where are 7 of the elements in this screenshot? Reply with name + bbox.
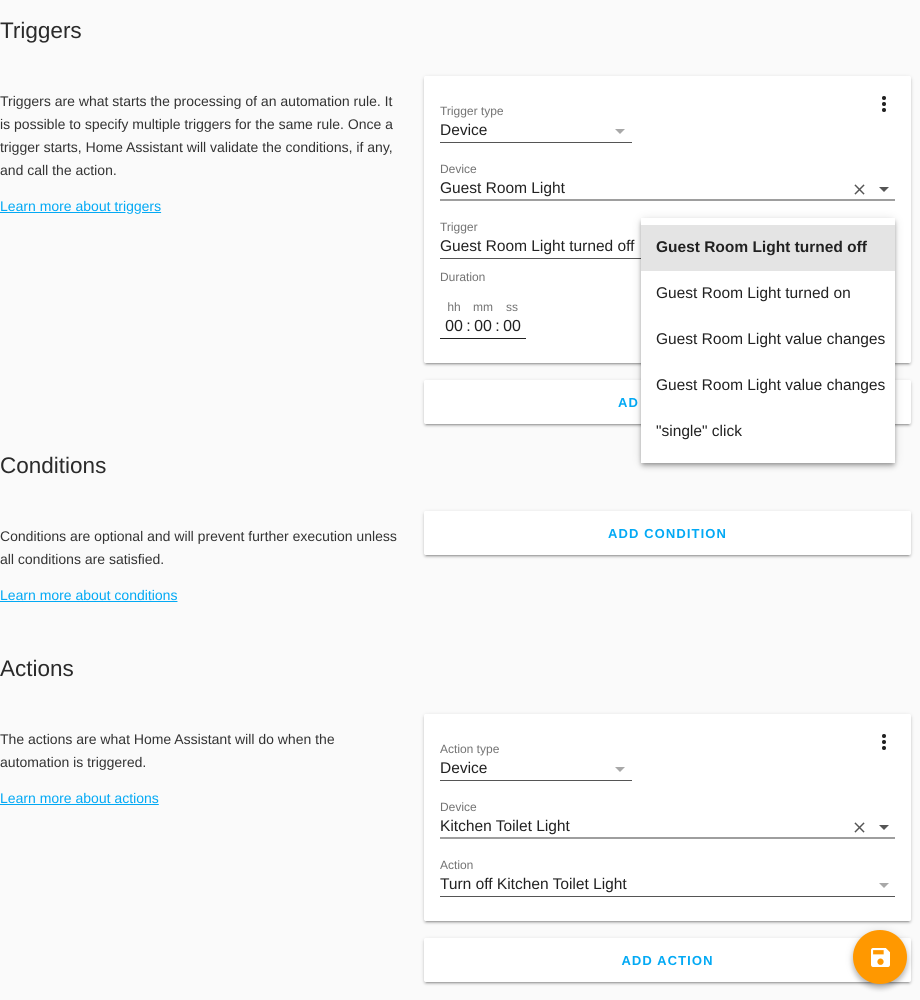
section-description: Conditions are optional and will prevent further execution unless all conditions are satisfied. — [0, 527, 398, 569]
section-heading: Actions — [0, 655, 74, 683]
section-heading: Conditions — [0, 452, 106, 480]
section-heading: Triggers — [0, 17, 82, 45]
section-description: The actions are what Home Assistant will do when the automation is triggered. — [0, 730, 336, 772]
section-description: Triggers are what starts the processing of an automation rule. It is possible to specify multiple triggers for the same rule. Once a trigger starts, Home Assistant will validate the conditions, if any, and call the action. — [0, 92, 394, 180]
field-label: Duration — [440, 269, 486, 285]
